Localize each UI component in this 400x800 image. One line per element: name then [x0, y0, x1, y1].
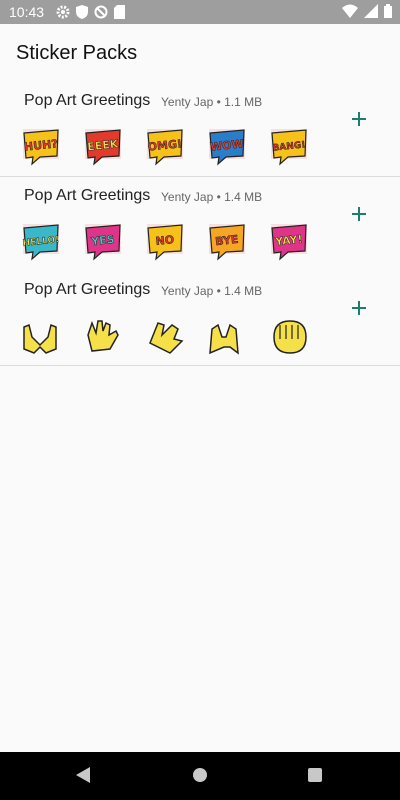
sticker-preview-row [20, 315, 310, 357]
sticker-text: YES [90, 233, 116, 248]
add-pack-button[interactable] [346, 106, 372, 132]
signal-icon [364, 4, 378, 18]
navigation-bar [0, 752, 400, 800]
sticker-0: HUH? [20, 126, 62, 168]
pack-name: Pop Art Greetings [24, 92, 151, 109]
gear-icon [56, 5, 70, 19]
sticker-pack-row[interactable]: Pop Art Greetings Yenty Jap • 1.1 MB HUH? E… [0, 82, 400, 177]
sticker-preview-row: HUH? EEEK OMG! WOW BANG! [20, 126, 310, 168]
sticker-text: BYE [215, 233, 239, 248]
fist-icon [268, 315, 310, 357]
sticker-4: YAY! [268, 221, 310, 263]
waving-hand-icon [82, 315, 124, 357]
sticker-2: NO [144, 221, 186, 263]
status-time: 10:43 [9, 4, 45, 20]
page-title: Sticker Packs [16, 42, 138, 64]
sticker-text: NO [155, 233, 175, 248]
add-pack-button[interactable] [346, 201, 372, 227]
sticker-2: OMG! [144, 126, 186, 168]
nosync-icon [94, 5, 108, 19]
battery-icon [384, 4, 392, 18]
pack-name: Pop Art Greetings [24, 187, 151, 204]
heart-hands-icon [20, 315, 62, 357]
sticker-1: YES [82, 221, 124, 263]
sticker-pack-row[interactable]: Pop Art Greetings Yenty Jap • 1.4 MB [0, 271, 400, 366]
status-bar: 10:43 [0, 0, 400, 24]
pack-meta: Yenty Jap • 1.4 MB [161, 284, 263, 298]
sticker-3: BYE [206, 221, 248, 263]
sdcard-icon [114, 5, 125, 19]
pack-meta: Yenty Jap • 1.4 MB [161, 190, 263, 204]
app-bar: Sticker Packs [0, 24, 400, 82]
sticker-3: WOW [206, 126, 248, 168]
add-pack-button[interactable] [346, 295, 372, 321]
pack-meta: Yenty Jap • 1.1 MB [161, 95, 263, 109]
shield-icon [76, 5, 88, 19]
sticker-preview-row: HELLO! YES NO BYE YAY! [20, 221, 310, 263]
recents-icon[interactable] [308, 768, 322, 782]
clapping-hands-icon [144, 315, 186, 357]
sticker-pack-row[interactable]: Pop Art Greetings Yenty Jap • 1.4 MB HELLO… [0, 177, 400, 272]
home-icon[interactable] [193, 768, 207, 782]
pack-name: Pop Art Greetings [24, 281, 151, 298]
sticker-0: HELLO! [20, 221, 62, 263]
wifi-icon [342, 4, 358, 18]
back-icon[interactable] [76, 767, 90, 783]
sticker-4: BANG! [268, 126, 310, 168]
raising-hands-icon [206, 315, 248, 357]
sticker-1: EEEK [82, 126, 124, 168]
